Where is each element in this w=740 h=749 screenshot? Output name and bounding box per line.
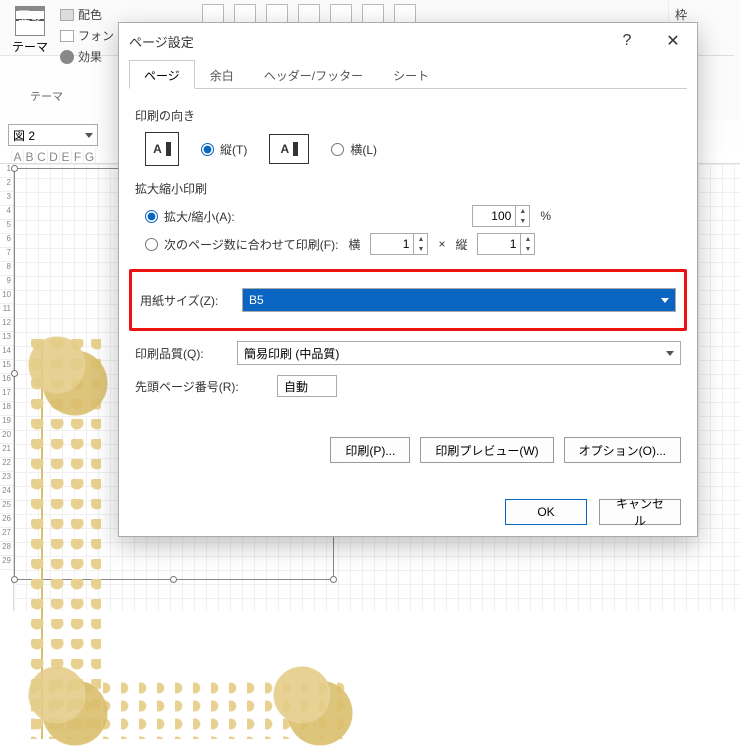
- options-button[interactable]: オプション(O)...: [564, 437, 681, 463]
- orientation-icon[interactable]: [234, 4, 256, 24]
- zoom-spinner[interactable]: ▲▼: [472, 205, 530, 227]
- paper-size-label: 用紙サイズ(Z):: [140, 292, 230, 309]
- name-box-value: 図 2: [13, 127, 35, 144]
- background-icon[interactable]: [362, 4, 384, 24]
- print-quality-value: 簡易印刷 (中品質): [244, 345, 339, 362]
- fit-height-input[interactable]: [478, 237, 520, 251]
- ribbon-misc: [202, 4, 416, 24]
- chevron-down-icon: [666, 351, 674, 356]
- printtitles-icon[interactable]: [394, 4, 416, 24]
- ribbon-small-buttons: 配色 フォン 効果: [60, 4, 114, 65]
- ok-button[interactable]: OK: [505, 499, 587, 525]
- spinner-arrows[interactable]: ▲▼: [515, 206, 529, 226]
- fit-width-label: 横: [348, 236, 360, 253]
- theme-swatch-icon: 亜ぁ: [15, 6, 45, 36]
- resize-handle[interactable]: [330, 576, 337, 583]
- zoom-input[interactable]: [473, 209, 515, 223]
- orientation-group: A 縦(T) A 横(L): [145, 132, 681, 166]
- portrait-icon: A: [145, 132, 179, 166]
- print-quality-label: 印刷品質(Q):: [135, 345, 225, 362]
- tab-margins[interactable]: 余白: [195, 60, 249, 89]
- paper-size-value: B5: [249, 293, 264, 307]
- help-button[interactable]: ?: [613, 27, 641, 55]
- print-button[interactable]: 印刷(P)...: [330, 437, 410, 463]
- resize-handle[interactable]: [170, 576, 177, 583]
- palette-icon: [60, 9, 74, 21]
- tab-headerfooter[interactable]: ヘッダー/フッター: [249, 60, 378, 89]
- printarea-icon[interactable]: [298, 4, 320, 24]
- resize-handle[interactable]: [11, 370, 18, 377]
- font-icon: [60, 30, 74, 42]
- fit-height-spinner[interactable]: ▲▼: [477, 233, 535, 255]
- page-setup-dialog: ページ設定 ? ✕ ページ 余白 ヘッダー/フッター シート 印刷の向き A 縦…: [118, 22, 698, 537]
- scaling-title: 拡大縮小印刷: [135, 180, 681, 197]
- gridlines-label: 枠: [675, 6, 734, 23]
- tab-sheet[interactable]: シート: [378, 60, 444, 89]
- effects-button[interactable]: 効果: [60, 48, 114, 65]
- themes-button[interactable]: 亜ぁ テーマ: [8, 4, 52, 57]
- breaks-icon[interactable]: [330, 4, 352, 24]
- percent-label: %: [540, 209, 551, 223]
- themes-label: テーマ: [12, 38, 48, 55]
- print-preview-button[interactable]: 印刷プレビュー(W): [420, 437, 553, 463]
- dialog-footer: OK キャンセル: [119, 488, 697, 536]
- colors-button[interactable]: 配色: [60, 6, 114, 23]
- fit-width-spinner[interactable]: ▲▼: [370, 233, 428, 255]
- effects-icon: [60, 50, 74, 64]
- fonts-button[interactable]: フォン: [60, 27, 114, 44]
- resize-handle[interactable]: [11, 165, 18, 172]
- paper-size-select[interactable]: B5: [242, 288, 676, 312]
- row-headers: 1234567891011121314151617181920212223242…: [0, 164, 14, 611]
- first-page-label: 先頭ページ番号(R):: [135, 378, 265, 395]
- resize-handle[interactable]: [11, 576, 18, 583]
- close-button[interactable]: ✕: [659, 27, 687, 55]
- margins-icon[interactable]: [202, 4, 224, 24]
- name-box[interactable]: 図 2: [8, 124, 98, 146]
- orientation-title: 印刷の向き: [135, 107, 681, 124]
- chevron-down-icon: [85, 133, 93, 138]
- landscape-radio[interactable]: 横(L): [331, 141, 377, 158]
- portrait-radio[interactable]: 縦(T): [201, 141, 247, 158]
- fit-width-input[interactable]: [371, 237, 413, 251]
- ribbon-group-label: テーマ: [30, 88, 63, 104]
- fit-to-radio[interactable]: 次のページ数に合わせて印刷(F):: [145, 236, 338, 253]
- tab-page[interactable]: ページ: [129, 60, 195, 89]
- fit-mid: ×: [438, 237, 445, 251]
- adjust-to-radio[interactable]: 拡大/縮小(A):: [145, 208, 235, 225]
- chevron-down-icon: [661, 298, 669, 303]
- scaling-group: 拡大/縮小(A): ▲▼ % 次のページ数に合わせて印刷(F): 横 ▲▼: [135, 205, 681, 255]
- paper-size-highlight: 用紙サイズ(Z): B5: [129, 269, 687, 331]
- first-page-input[interactable]: [277, 375, 337, 397]
- action-buttons: 印刷(P)... 印刷プレビュー(W) オプション(O)...: [135, 437, 681, 463]
- size-icon[interactable]: [266, 4, 288, 24]
- dialog-titlebar: ページ設定 ? ✕: [119, 23, 697, 59]
- print-quality-select[interactable]: 簡易印刷 (中品質): [237, 341, 681, 365]
- dialog-tabs: ページ 余白 ヘッダー/フッター シート: [129, 59, 687, 89]
- fit-height-label: 縦: [455, 236, 467, 253]
- app-background: 亜ぁ テーマ 配色 フォン 効果 ⬍ 横: 自動 枠 シー テーマ 図: [0, 0, 740, 611]
- dialog-body: 印刷の向き A 縦(T) A 横(L) 拡大縮小印刷 拡大/縮小(A): ▲▼ …: [119, 89, 697, 488]
- landscape-icon: A: [269, 134, 309, 164]
- dialog-title: ページ設定: [129, 32, 194, 51]
- cancel-button[interactable]: キャンセル: [599, 499, 681, 525]
